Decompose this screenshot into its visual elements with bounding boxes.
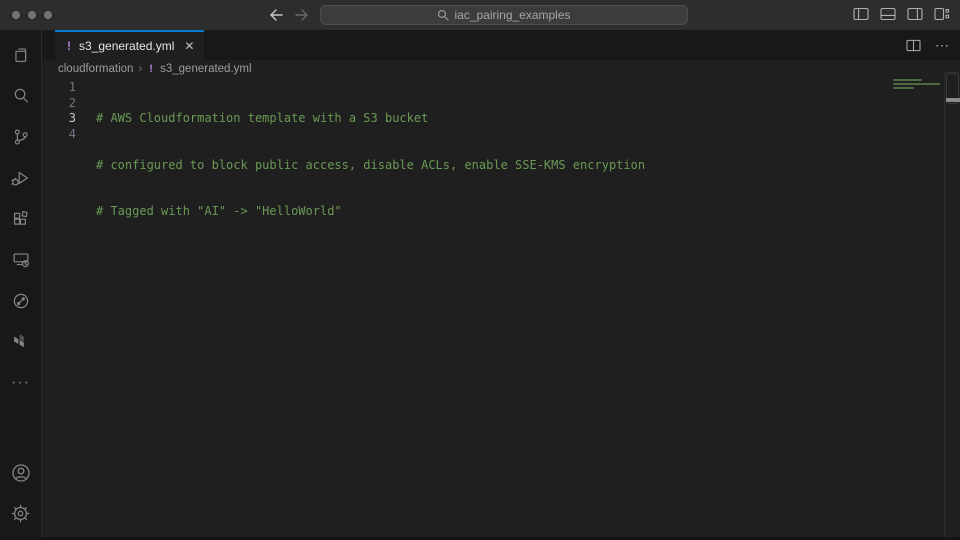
line-number: 2 xyxy=(42,96,76,112)
window-controls xyxy=(12,11,52,19)
line-number: 4 xyxy=(42,127,76,143)
search-icon xyxy=(437,9,449,21)
overview-ruler[interactable] xyxy=(944,72,960,540)
code-line: # configured to block public access, dis… xyxy=(96,158,880,174)
yaml-file-icon: ! xyxy=(65,39,73,53)
remote-explorer-icon[interactable] xyxy=(0,239,42,280)
search-view-icon[interactable] xyxy=(0,75,42,116)
code-editor[interactable]: 1 2 3 4 # AWS Cloudformation template wi… xyxy=(42,78,960,540)
zoom-window-icon[interactable] xyxy=(44,11,52,19)
title-bar: iac_pairing_examples xyxy=(0,0,960,30)
minimap-line xyxy=(893,79,922,81)
toggle-panel-icon[interactable] xyxy=(880,7,896,21)
code-line: # AWS Cloudformation template with a S3 … xyxy=(96,111,880,127)
settings-gear-icon[interactable] xyxy=(0,493,42,534)
toggle-secondary-sidebar-icon[interactable] xyxy=(907,7,923,21)
line-number-gutter: 1 2 3 4 xyxy=(42,80,76,142)
vscode-window: iac_pairing_examples xyxy=(0,0,960,540)
split-editor-icon[interactable] xyxy=(906,39,921,52)
close-window-icon[interactable] xyxy=(12,11,20,19)
breadcrumb-folder[interactable]: cloudformation xyxy=(58,63,133,75)
run-and-debug-icon[interactable] xyxy=(0,157,42,198)
tab-label: s3_generated.yml xyxy=(79,39,174,53)
line-number-active: 3 xyxy=(42,111,76,127)
circle-branch-extension-icon[interactable] xyxy=(0,280,42,321)
more-actions-icon[interactable]: ⋯ xyxy=(935,37,950,54)
line-number: 1 xyxy=(42,80,76,96)
additional-views-icon[interactable]: ··· xyxy=(0,362,42,403)
code-content[interactable]: # AWS Cloudformation template with a S3 … xyxy=(96,80,880,297)
tab-s3-generated-yml[interactable]: ! s3_generated.yml ✕ xyxy=(55,30,204,60)
minimap-line xyxy=(893,83,940,85)
command-center-search[interactable]: iac_pairing_examples xyxy=(320,5,688,25)
extensions-icon[interactable] xyxy=(0,198,42,239)
tab-bar: ! s3_generated.yml ✕ ⋯ xyxy=(42,30,960,60)
cursor-position-marker xyxy=(946,98,960,102)
chevron-right-icon: › xyxy=(138,63,142,75)
breadcrumb-file[interactable]: s3_generated.yml xyxy=(160,63,251,75)
toggle-primary-sidebar-icon[interactable] xyxy=(853,7,869,21)
accounts-icon[interactable] xyxy=(0,452,42,493)
source-control-icon[interactable] xyxy=(0,116,42,157)
minimap-line xyxy=(893,87,914,89)
yaml-file-icon: ! xyxy=(147,63,155,75)
search-value: iac_pairing_examples xyxy=(454,8,570,22)
customize-layout-icon[interactable] xyxy=(934,7,950,21)
breadcrumb: cloudformation › ! s3_generated.yml xyxy=(42,60,960,78)
terraform-icon[interactable] xyxy=(0,321,42,362)
forward-icon[interactable] xyxy=(294,4,310,26)
minimize-window-icon[interactable] xyxy=(28,11,36,19)
close-tab-icon[interactable]: ✕ xyxy=(184,39,194,53)
minimap[interactable] xyxy=(893,79,943,91)
code-line: # Tagged with "AI" -> "HelloWorld" xyxy=(96,204,880,220)
activity-bar: ··· xyxy=(0,30,42,540)
code-line xyxy=(96,251,880,267)
explorer-icon[interactable] xyxy=(0,34,42,75)
back-icon[interactable] xyxy=(268,4,284,26)
